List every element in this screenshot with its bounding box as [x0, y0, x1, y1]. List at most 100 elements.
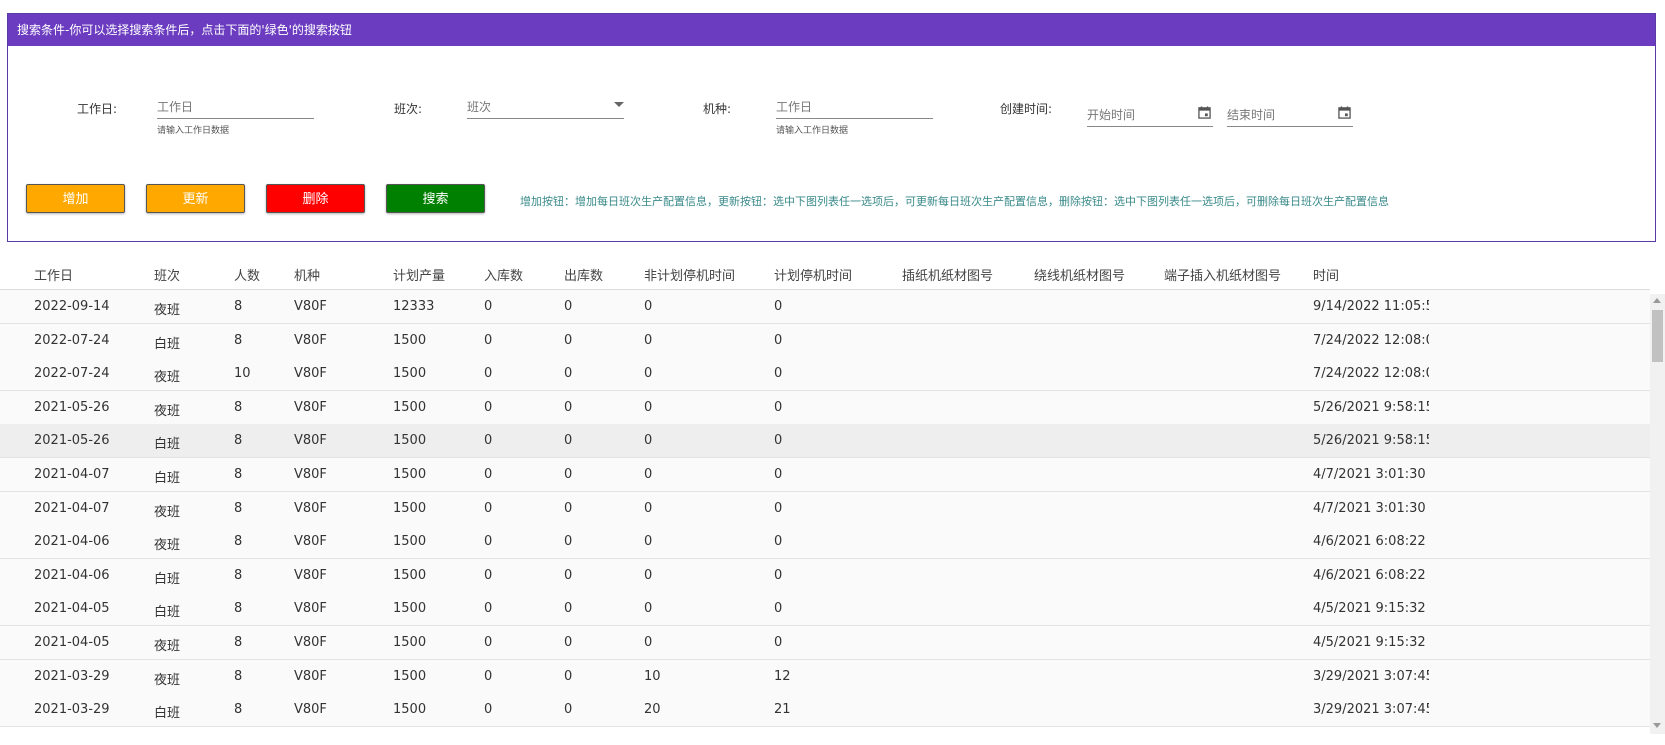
- table-cell: 0: [564, 366, 573, 382]
- table-cell: 4/7/2021 3:01:30 F: [1313, 467, 1429, 482]
- update-button[interactable]: 更新: [146, 184, 245, 213]
- table-cell: V80F: [294, 668, 327, 684]
- table-cell: 1500: [393, 601, 427, 617]
- table-cell: 0: [564, 500, 573, 516]
- table-cell: 0: [484, 366, 493, 382]
- workday-input[interactable]: 工作日: [157, 96, 314, 119]
- table-cell: 0: [564, 668, 573, 684]
- table-row[interactable]: 2021-04-05 夜班 8 V80F 1500 0 0 0 0 4/5/2021 9:15:3…: [0, 626, 1650, 660]
- table-row[interactable]: 2021-04-05 白班 8 V80F 1500 0 0 0 0 4/5/2021 9:15:3…: [0, 592, 1650, 627]
- created-time-label: 创建时间:: [1000, 102, 1053, 116]
- table-row[interactable]: 2021-03-29 夜班 8 V80F 1500 0 0 10 12 3/29/2021 3:0…: [0, 659, 1650, 694]
- table-row[interactable]: 2021-04-07 夜班 8 V80F 1500 0 0 0 0 4/7/2021 3:01:3…: [0, 491, 1650, 526]
- table-cell: 4/7/2021 3:01:30 F: [1313, 500, 1429, 516]
- table-cell: 12333: [393, 299, 435, 314]
- table-cell: 8: [234, 635, 243, 650]
- table-row[interactable]: 2021-03-29 白班 8 V80F 1500 0 0 20 21 3/29/2021 3:0…: [0, 693, 1650, 728]
- table-row[interactable]: 2021-04-07 白班 8 V80F 1500 0 0 0 0 4/7/2021 3:01:3…: [0, 458, 1650, 492]
- table-cell: 1500: [393, 332, 427, 348]
- column-header[interactable]: 时间: [1313, 265, 1429, 284]
- scroll-up-icon[interactable]: [1653, 298, 1661, 303]
- column-header[interactable]: 绕线机纸材图号: [1034, 265, 1159, 284]
- scroll-down-icon[interactable]: [1653, 723, 1661, 728]
- table-cell: 4/5/2021 9:15:32 F: [1313, 635, 1429, 650]
- table-cell: 0: [774, 567, 783, 583]
- add-button[interactable]: 增加: [26, 184, 125, 213]
- scrollbar-thumb[interactable]: [1652, 310, 1663, 362]
- table-cell: 夜班: [154, 672, 181, 688]
- column-header[interactable]: 工作日: [34, 265, 144, 284]
- table-cell: 0: [564, 601, 573, 617]
- table-scrollbar[interactable]: [1650, 294, 1665, 734]
- table-cell: V80F: [294, 332, 327, 348]
- column-header[interactable]: 端子插入机纸材图号: [1164, 265, 1309, 284]
- column-header[interactable]: 计划产量: [393, 265, 478, 284]
- end-time-input[interactable]: 结束时间: [1227, 104, 1353, 127]
- table-cell: 0: [644, 467, 653, 482]
- table-cell: 0: [564, 467, 573, 482]
- table-cell: 0: [644, 299, 653, 314]
- table-cell: 0: [774, 433, 783, 449]
- table-cell: 8: [234, 299, 243, 314]
- column-header[interactable]: 计划停机时间: [774, 265, 899, 284]
- table-cell: 2021-04-07: [34, 467, 110, 482]
- table-row[interactable]: 2022-07-24 白班 8 V80F 1500 0 0 0 0 7/24/2022 12:08…: [0, 323, 1650, 358]
- table-cell: 夜班: [154, 403, 181, 419]
- table-cell: 白班: [154, 605, 181, 621]
- table-cell: 0: [564, 702, 573, 718]
- table-cell: 夜班: [154, 504, 181, 520]
- table-cell: 1500: [393, 534, 427, 550]
- table-cell: 0: [484, 299, 493, 314]
- table-cell: V80F: [294, 366, 327, 382]
- table-cell: 8: [234, 399, 243, 415]
- table-cell: 夜班: [154, 538, 181, 554]
- table-cell: 1500: [393, 702, 427, 718]
- table-cell: 10: [644, 668, 661, 684]
- table-cell: 0: [484, 332, 493, 348]
- column-header[interactable]: 机种: [294, 265, 389, 284]
- table-cell: 0: [484, 433, 493, 449]
- table-cell: 1500: [393, 635, 427, 650]
- table-cell: 白班: [154, 336, 181, 352]
- search-button[interactable]: 搜索: [386, 184, 485, 213]
- table-row[interactable]: 2021-04-06 白班 8 V80F 1500 0 0 0 0 4/6/2021 6:08:2…: [0, 558, 1650, 593]
- table-cell: 0: [564, 635, 573, 650]
- table-cell: 夜班: [154, 370, 181, 386]
- table-cell: 4/5/2021 9:15:32 F: [1313, 601, 1429, 617]
- column-header[interactable]: 出库数: [564, 265, 639, 284]
- table-row[interactable]: 2021-05-26 夜班 8 V80F 1500 0 0 0 0 5/26/2021 9:58:…: [0, 390, 1650, 425]
- table-cell: 8: [234, 668, 243, 684]
- table-cell: 夜班: [154, 303, 181, 318]
- column-header[interactable]: 班次: [154, 265, 229, 284]
- calendar-icon[interactable]: [1198, 106, 1211, 119]
- table-cell: 2021-04-05: [34, 601, 110, 617]
- delete-button[interactable]: 删除: [266, 184, 365, 213]
- start-time-input[interactable]: 开始时间: [1087, 104, 1213, 127]
- workday-placeholder: 工作日: [157, 100, 194, 114]
- table-cell: 0: [774, 635, 783, 650]
- table-row[interactable]: 2021-05-26 白班 8 V80F 1500 0 0 0 0 5/26/2021 9:58:…: [0, 424, 1650, 459]
- model-input[interactable]: 工作日: [776, 96, 933, 119]
- table-cell: 1500: [393, 500, 427, 516]
- shift-placeholder: 班次: [467, 100, 492, 114]
- shift-select[interactable]: 班次: [467, 96, 624, 119]
- column-header[interactable]: 非计划停机时间: [644, 265, 769, 284]
- calendar-icon[interactable]: [1338, 106, 1351, 119]
- column-header[interactable]: 插纸机纸材图号: [902, 265, 1027, 284]
- table-cell: 0: [644, 635, 653, 650]
- column-header[interactable]: 人数: [234, 265, 289, 284]
- table-row[interactable]: 2021-04-06 夜班 8 V80F 1500 0 0 0 0 4/6/2021 6:08:2…: [0, 525, 1650, 560]
- data-table: 工作日 班次 人数 机种 计划产量 入库数 出库数 非计划停机时间 计划停机时间 插纸机纸材图号绕…: [0, 255, 1665, 730]
- model-helper: 请输入工作日数据: [776, 126, 849, 136]
- table-cell: V80F: [294, 601, 327, 617]
- table-cell: 1500: [393, 467, 427, 482]
- table-row[interactable]: 2022-09-14 夜班 8 V80F 12333 0 0 0 0 9/14/2022 11:0…: [0, 290, 1650, 324]
- table-cell: 8: [234, 534, 243, 550]
- column-header[interactable]: 入库数: [484, 265, 559, 284]
- table-cell: 0: [564, 299, 573, 314]
- table-cell: 0: [484, 702, 493, 718]
- table-cell: 4/6/2021 6:08:22 F: [1313, 534, 1429, 550]
- table-cell: 2021-04-05: [34, 635, 110, 650]
- table-row[interactable]: 2022-07-24 夜班 10 V80F 1500 0 0 0 0 7/24/2022 12:0…: [0, 357, 1650, 392]
- table-cell: V80F: [294, 567, 327, 583]
